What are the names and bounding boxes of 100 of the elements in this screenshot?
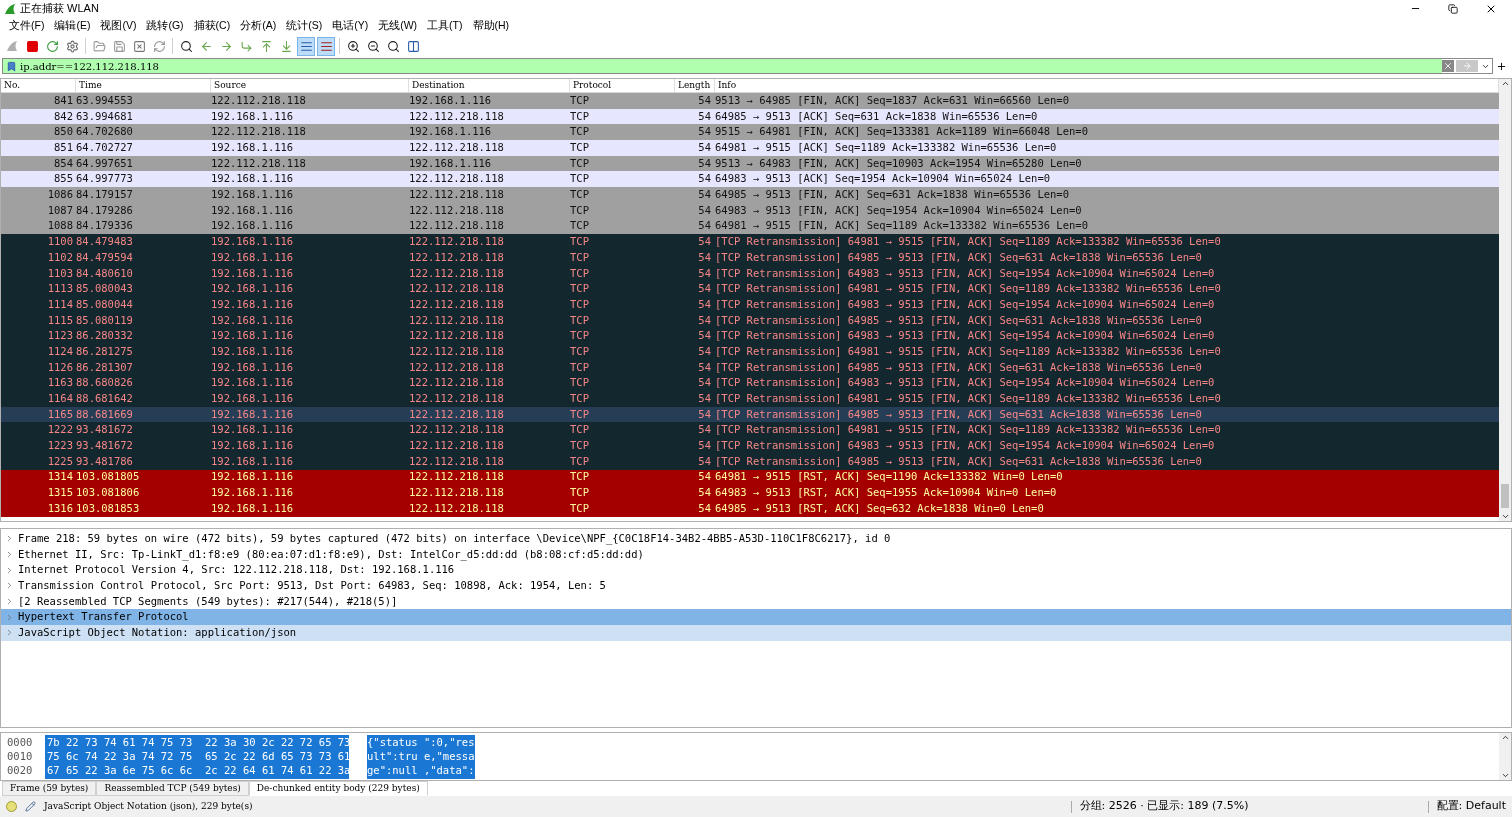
- table-cell-text: 192.168.1.116: [211, 375, 295, 391]
- scrollbar[interactable]: [1499, 733, 1511, 780]
- packet-row[interactable]: 1113 85.080043 192.168.1.116 122.112.218.118 TCP 54 [TCP Retransmission] 64981 → 9515 [FIN, ACK] Seq=1189 Ack=133382 Win=65536 Len=0: [1, 281, 1499, 297]
- ascii-bytes[interactable]: ge":null ,"data":: [367, 763, 475, 779]
- status-field: JavaScript Object Notation (json), 229 byte(s): [44, 799, 253, 814]
- colorize-icon: [319, 39, 333, 53]
- table-cell-text: 54: [697, 92, 712, 108]
- table-cell-text: 1165: [46, 406, 74, 422]
- table-cell-text: 64.702727: [76, 140, 134, 156]
- table-cell-text: 841: [53, 92, 74, 108]
- table-cell-text: 64985 → 9513 [RST, ACK] Seq=632 Ack=1838 Win=0 Len=0: [715, 500, 1045, 516]
- packet-row[interactable]: 855 64.997773 192.168.1.116 122.112.218.118 TCP 54 64983 → 9513 [ACK] Seq=1954 Ack=10904 Win=65024 Len=0: [1, 171, 1499, 188]
- packet-row[interactable]: 1124 86.281275 192.168.1.116 122.112.218.118 TCP 54 [TCP Retransmission] 64981 → 9515 [FIN, ACK] Seq=1189 Ack=133382 Win=65536 Len=0: [1, 344, 1499, 360]
- table-cell-text: 54: [697, 422, 712, 438]
- scroll-down-icon[interactable]: [1500, 771, 1510, 780]
- column-header[interactable]: Destination: [409, 79, 570, 93]
- menu-item[interactable]: 无线(W): [373, 18, 423, 34]
- packet-row[interactable]: 1223 93.481672 192.168.1.116 122.112.218.118 TCP 54 [TCP Retransmission] 64983 → 9513 [FIN, ACK] Seq=1954 Ack=10904 Win=65024 Len=0: [1, 438, 1499, 454]
- profile-label[interactable]: 配置: Default: [1436, 798, 1506, 815]
- table-cell-text: 122.112.218.118: [409, 249, 505, 265]
- expert-info-icon[interactable]: [6, 801, 17, 812]
- packet-row[interactable]: 1123 86.280332 192.168.1.116 122.112.218.118 TCP 54 [TCP Retransmission] 64983 → 9513 [FIN, ACK] Seq=1954 Ack=10904 Win=65024 Len=0: [1, 328, 1499, 344]
- table-cell-text: 88.680826: [76, 375, 134, 391]
- menu-item[interactable]: 捕获(C): [188, 18, 236, 34]
- byte-tab[interactable]: Frame (59 bytes): [2, 781, 97, 796]
- scroll-down-icon[interactable]: [1500, 512, 1510, 521]
- table-cell-text: 54: [697, 202, 712, 218]
- table-cell-text: 192.168.1.116: [211, 422, 295, 438]
- stop-icon: [25, 39, 39, 53]
- menu-item[interactable]: 帮助(H): [467, 18, 515, 34]
- detail-tree-item[interactable]: Internet Protocol Version 4, Src: 122.112.218.118, Dst: 192.168.1.116: [1, 562, 1511, 579]
- table-cell-text: 86.280332: [76, 328, 134, 344]
- table-cell-text: TCP: [570, 391, 590, 407]
- table-cell-text: 1088: [46, 218, 74, 234]
- menu-item[interactable]: 工具(T): [422, 18, 468, 34]
- table-cell-text: 1316: [46, 500, 74, 516]
- menu-item[interactable]: 统计(S): [281, 18, 328, 34]
- restart-icon: [45, 39, 59, 53]
- scroll-thumb[interactable]: [1501, 484, 1509, 508]
- column-header[interactable]: Protocol: [570, 79, 675, 93]
- menu-item[interactable]: 电话(Y): [327, 18, 374, 34]
- autoscroll-button[interactable]: [297, 36, 315, 56]
- packet-row[interactable]: 1315 103.081806 192.168.1.116 122.112.218.118 TCP 54 64983 → 9513 [RST, ACK] Seq=1955 Ack=10904 Win=0 Len=0: [1, 485, 1499, 501]
- table-cell-text: 64981 → 9515 [ACK] Seq=1189 Ack=133382 Win=65536 Len=0: [715, 140, 1058, 156]
- menu-item[interactable]: 视图(V): [95, 18, 142, 34]
- detail-tree-item[interactable]: Ethernet II, Src: Tp-LinkT_d1:f8:e9 (80:ea:07:d1:f8:e9), Dst: IntelCor_d5:dd:dd (b8:08:cf:d5:dd:dd): [1, 546, 1511, 563]
- table-cell-text: 1087: [46, 202, 74, 218]
- detail-tree-item[interactable]: Transmission Control Protocol, Src Port: 9513, Dst Port: 64983, Seq: 10898, Ack: 1954, Len: 5: [1, 578, 1511, 594]
- table-cell-text: 122.112.218.118: [409, 422, 505, 438]
- menu-item[interactable]: 分析(A): [235, 18, 282, 34]
- table-cell-text: 64985 → 9513 [FIN, ACK] Seq=631 Ack=1838 Win=65536 Len=0: [715, 187, 1070, 203]
- table-cell-text: 192.168.1.116: [211, 453, 295, 469]
- autoscroll-icon: [299, 39, 313, 53]
- detail-tree-item[interactable]: [2 Reassembled TCP Segments (549 bytes): #217(544), #218(5)]: [1, 593, 1511, 610]
- column-header[interactable]: Source: [211, 79, 409, 93]
- packet-row[interactable]: 1086 84.179157 192.168.1.116 122.112.218.118 TCP 54 64985 → 9513 [FIN, ACK] Seq=631 Ack=1838 Win=65536 Len=0: [1, 187, 1499, 203]
- hex-bytes[interactable]: 67 65 22 3a 6e 75 6c 6c 2c 22 64 61 74 61 22 3a: [45, 763, 349, 779]
- packet-row[interactable]: 1222 93.481672 192.168.1.116 122.112.218.118 TCP 54 [TCP Retransmission] 64981 → 9515 [FIN, ACK] Seq=1189 Ack=133382 Win=65536 Len=0: [1, 422, 1499, 439]
- table-cell-text: 84.179157: [76, 187, 134, 203]
- menu-item[interactable]: 编辑(E): [49, 18, 96, 34]
- detail-tree-item[interactable]: JavaScript Object Notation: application/json: [1, 625, 1511, 641]
- scroll-up-icon[interactable]: [1500, 79, 1510, 88]
- table-cell-text: TCP: [570, 343, 590, 359]
- column-header[interactable]: No.: [1, 79, 76, 93]
- menu-item[interactable]: 跳转(G): [141, 18, 189, 34]
- table-cell-text: 122.112.218.118: [211, 124, 307, 140]
- table-cell-text: 122.112.218.118: [409, 202, 505, 218]
- table-cell-text: 54: [697, 328, 712, 344]
- table-cell-text: 192.168.1.116: [211, 249, 295, 265]
- byte-tab[interactable]: Reassembled TCP (549 bytes): [96, 781, 249, 796]
- column-header[interactable]: Time: [76, 79, 211, 93]
- table-cell-text: 1315: [46, 485, 74, 501]
- packet-row[interactable]: 851 64.702727 192.168.1.116 122.112.218.118 TCP 54 64981 → 9515 [ACK] Seq=1189 Ack=133382 Win=65536 Len=0: [1, 140, 1499, 156]
- scroll-up-icon[interactable]: [1500, 733, 1510, 742]
- packet-row[interactable]: 1163 88.680826 192.168.1.116 122.112.218.118 TCP 54 [TCP Retransmission] 64983 → 9513 [FIN, ACK] Seq=1954 Ack=10904 Win=65024 Len=0: [1, 375, 1499, 392]
- table-cell-text: 88.681669: [76, 406, 134, 422]
- table-cell-text: [TCP Retransmission] 64985 → 9513 [FIN, ACK] Seq=631 Ack=1838 Win=65536 Len=0: [715, 406, 1203, 422]
- table-cell-text: TCP: [570, 438, 590, 454]
- colorize-button[interactable]: [317, 36, 335, 56]
- table-cell-text: [TCP Retransmission] 64983 → 9513 [FIN, ACK] Seq=1954 Ack=10904 Win=65024 Len=0: [715, 438, 1216, 454]
- add-filter-icon[interactable]: [1496, 60, 1507, 72]
- packet-row[interactable]: 850 64.702680 122.112.218.118 192.168.1.116 TCP 54 9515 → 64981 [FIN, ACK] Seq=133381 Ack=1189 Win=66048 Len=0: [1, 124, 1499, 141]
- detail-tree-item[interactable]: Hypertext Transfer Protocol: [1, 609, 1511, 626]
- pencil-icon[interactable]: [25, 801, 36, 812]
- column-header[interactable]: Length: [675, 79, 715, 93]
- table-cell-text: [TCP Retransmission] 64981 → 9515 [FIN, ACK] Seq=1189 Ack=133382 Win=65536 Len=0: [715, 391, 1222, 407]
- menu-item[interactable]: 文件(F): [4, 18, 50, 34]
- scrollbar[interactable]: [1499, 79, 1511, 521]
- table-cell-text: 54: [697, 187, 712, 203]
- packet-row[interactable]: 841 63.994553 122.112.218.118 192.168.1.116 TCP 54 9513 → 64985 [FIN, ACK] Seq=1837 Ack=631 Win=66560 Len=0: [1, 93, 1499, 109]
- table-cell-text: 84.179286: [76, 202, 134, 218]
- table-cell-text: 1314: [46, 469, 74, 485]
- packet-row[interactable]: 1100 84.479483 192.168.1.116 122.112.218.118 TCP 54 [TCP Retransmission] 64981 → 9515 [FIN, ACK] Seq=1189 Ack=133382 Win=65536 Len=0: [1, 234, 1499, 250]
- table-cell-text: 84.479483: [76, 234, 134, 250]
- detail-tree-item[interactable]: Frame 218: 59 bytes on wire (472 bits), 59 bytes captured (472 bits) on interface \Device\NPF_{C0C18F14-34B2-4BB5-A53D-110C1F8C6217}, id 0: [1, 531, 1511, 547]
- packet-row[interactable]: 1164 88.681642 192.168.1.116 122.112.218.118 TCP 54 [TCP Retransmission] 64981 → 9515 [FIN, ACK] Seq=1189 Ack=133382 Win=65536 Len=0: [1, 391, 1499, 407]
- table-cell-text: 54: [697, 469, 712, 485]
- table-cell-text: 1223: [46, 438, 74, 454]
- byte-tab[interactable]: De-chunked entity body (229 bytes): [248, 781, 428, 796]
- table-cell-text: 88.681642: [76, 391, 134, 407]
